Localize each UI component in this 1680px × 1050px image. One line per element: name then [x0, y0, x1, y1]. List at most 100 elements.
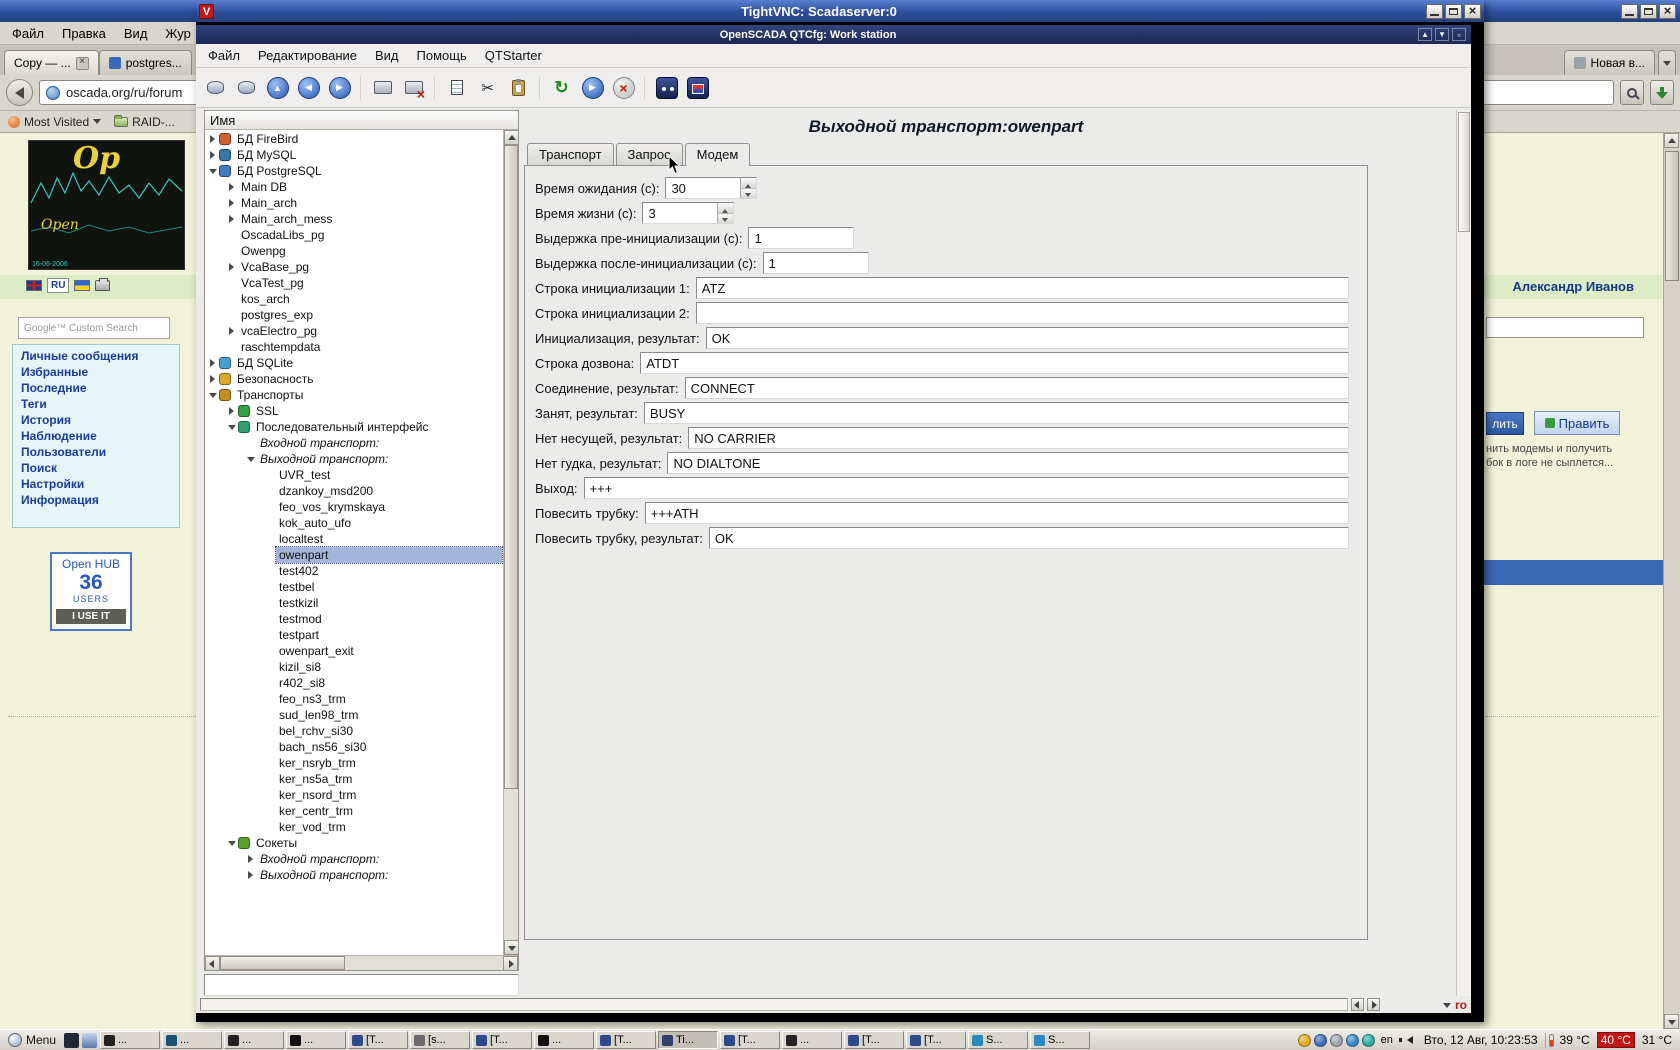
- taskbar-window-button-5[interactable]: [s...: [410, 1031, 470, 1049]
- expand-icon[interactable]: [226, 403, 238, 419]
- minimize-icon[interactable]: [1435, 28, 1449, 41]
- minimize-icon[interactable]: [1621, 4, 1638, 19]
- tab-copy[interactable]: Copy — ...: [4, 50, 99, 75]
- spin-buttons[interactable]: [717, 203, 733, 223]
- search-button[interactable]: [1620, 80, 1644, 105]
- tree-item-dzankoy-msd200[interactable]: dzankoy_msd200: [205, 483, 503, 499]
- paste-icon[interactable]: [505, 74, 532, 101]
- expand-icon[interactable]: [207, 355, 219, 371]
- chevron-down-icon[interactable]: [1442, 998, 1452, 1011]
- tree-item-test402[interactable]: test402: [205, 563, 503, 579]
- scroll-left-icon[interactable]: [1351, 998, 1364, 1011]
- tab-new[interactable]: Новая в...: [1564, 50, 1655, 75]
- field-input-12[interactable]: +++: [584, 477, 1349, 499]
- openhub-i-use-it-button[interactable]: I USE IT: [56, 609, 126, 624]
- tree-item-r402-si8[interactable]: r402_si8: [205, 675, 503, 691]
- sidebar-link-8[interactable]: Настройки: [13, 476, 179, 492]
- collapse-icon[interactable]: [207, 163, 219, 179]
- tab-list-icon[interactable]: [1658, 50, 1676, 75]
- expand-icon[interactable]: [245, 867, 257, 883]
- app-menu-qtstarter[interactable]: QTStarter: [477, 45, 550, 66]
- tree-item-n16[interactable]: Транспорты: [205, 387, 503, 403]
- field-input-3[interactable]: 1: [763, 252, 869, 274]
- firefox-menu-0[interactable]: Файл: [4, 24, 52, 43]
- nav-forward-icon[interactable]: ▶: [326, 74, 353, 101]
- firefox-menu-3[interactable]: Жур: [157, 24, 198, 43]
- collapse-icon[interactable]: [226, 835, 238, 851]
- tree-item-kizil-si8[interactable]: kizil_si8: [205, 659, 503, 675]
- field-input-7[interactable]: ATDT: [640, 352, 1349, 374]
- tree-item-uvr-test[interactable]: UVR_test: [205, 467, 503, 483]
- spin-down-icon[interactable]: [718, 214, 733, 224]
- field-input-1[interactable]: 3: [642, 202, 734, 224]
- taskbar-window-button-8[interactable]: [T...: [596, 1031, 656, 1049]
- print-icon[interactable]: [95, 280, 110, 291]
- tree-item-main-arch-mess[interactable]: Main_arch_mess: [205, 211, 503, 227]
- page-scrollbar[interactable]: [1663, 133, 1680, 1029]
- tree-item-sud-len98-trm[interactable]: sud_len98_trm: [205, 707, 503, 723]
- taskbar-window-button-7[interactable]: ...: [534, 1031, 594, 1049]
- desktop-icon[interactable]: [82, 1033, 97, 1048]
- tree-item-owenpart-exit[interactable]: owenpart_exit: [205, 643, 503, 659]
- refresh-icon[interactable]: ↻: [548, 74, 575, 101]
- tree-item-ker-vod-trm[interactable]: ker_vod_trm: [205, 819, 503, 835]
- tree-item-mysql[interactable]: БД MySQL: [205, 147, 503, 163]
- tree-item-postgresql[interactable]: БД PostgreSQL: [205, 163, 503, 179]
- field-input-6[interactable]: OK: [706, 327, 1349, 349]
- expand-icon[interactable]: [226, 179, 238, 195]
- start-icon[interactable]: ▶: [579, 74, 606, 101]
- expand-icon[interactable]: [226, 195, 238, 211]
- volume-icon[interactable]: [1403, 1036, 1413, 1044]
- tree-item-testmod[interactable]: testmod: [205, 611, 503, 627]
- taskbar-window-button-3[interactable]: ...: [286, 1031, 346, 1049]
- taskbar-window-button-10[interactable]: [T...: [720, 1031, 780, 1049]
- back-button[interactable]: [6, 79, 33, 106]
- taskbar-window-button-0[interactable]: ...: [100, 1031, 160, 1049]
- field-input-5[interactable]: [696, 302, 1349, 324]
- tree-item-n18[interactable]: Последовательный интерфейс: [205, 419, 503, 435]
- spin-buttons[interactable]: [740, 178, 756, 198]
- scroll-up-icon[interactable]: [504, 130, 518, 145]
- tree-item-postgres-exp[interactable]: postgres_exp: [205, 307, 503, 323]
- collapse-icon[interactable]: [207, 387, 219, 403]
- tree-item-n45[interactable]: Входной транспорт:: [205, 851, 503, 867]
- tree-column-header[interactable]: Имя: [205, 111, 518, 130]
- db-load-icon[interactable]: [202, 74, 229, 101]
- field-input-11[interactable]: NO DIALTONE: [667, 452, 1349, 474]
- search-input[interactable]: [1464, 80, 1614, 105]
- google-custom-search-input[interactable]: Google™ Custom Search: [18, 317, 170, 339]
- taskbar-window-button-15[interactable]: S...: [1030, 1031, 1090, 1049]
- bookmark-most-visited[interactable]: Most Visited: [8, 115, 102, 129]
- nav-back-icon[interactable]: ◀: [295, 74, 322, 101]
- expand-icon[interactable]: [226, 259, 238, 275]
- close-icon[interactable]: [1464, 4, 1481, 19]
- tree-item-vcabase-pg[interactable]: VcaBase_pg: [205, 259, 503, 275]
- ukrainian-flag-icon[interactable]: [74, 280, 90, 291]
- scrollbar-thumb[interactable]: [504, 145, 518, 789]
- tray-icon-4[interactable]: [1362, 1034, 1375, 1047]
- collapse-icon[interactable]: [226, 419, 238, 435]
- sidebar-link-3[interactable]: Теги: [13, 396, 179, 412]
- tree-item-bel-rchv-si30[interactable]: bel_rchv_si30: [205, 723, 503, 739]
- tab-0[interactable]: Транспорт: [527, 143, 614, 165]
- maximize-icon[interactable]: [1445, 4, 1462, 19]
- start-menu-button[interactable]: Menu: [3, 1031, 61, 1050]
- field-input-4[interactable]: ATZ: [696, 277, 1349, 299]
- tree-item-owenpg[interactable]: Owenpg: [205, 243, 503, 259]
- expand-icon[interactable]: [226, 211, 238, 227]
- nav-up-icon[interactable]: ▲: [264, 74, 291, 101]
- tree-item-ker-nsord-trm[interactable]: ker_nsord_trm: [205, 787, 503, 803]
- tree-item-testkizil[interactable]: testkizil: [205, 595, 503, 611]
- field-input-10[interactable]: NO CARRIER: [688, 427, 1349, 449]
- tree-item-owenpart[interactable]: owenpart: [205, 547, 503, 563]
- tree-item-kok-auto-ufo[interactable]: kok_auto_ufo: [205, 515, 503, 531]
- tab-1[interactable]: Запрос: [616, 143, 683, 165]
- sidebar-link-0[interactable]: Личные сообщения: [13, 348, 179, 364]
- tree-item-n20[interactable]: Выходной транспорт:: [205, 451, 503, 467]
- about-icon[interactable]: [684, 74, 711, 101]
- tree-item-raschtempdata[interactable]: raschtempdata: [205, 339, 503, 355]
- tree-item-testpart[interactable]: testpart: [205, 627, 503, 643]
- tab-postgres[interactable]: postgres...: [99, 50, 192, 75]
- spin-up-icon[interactable]: [718, 203, 733, 214]
- cut-icon[interactable]: ✂: [474, 74, 501, 101]
